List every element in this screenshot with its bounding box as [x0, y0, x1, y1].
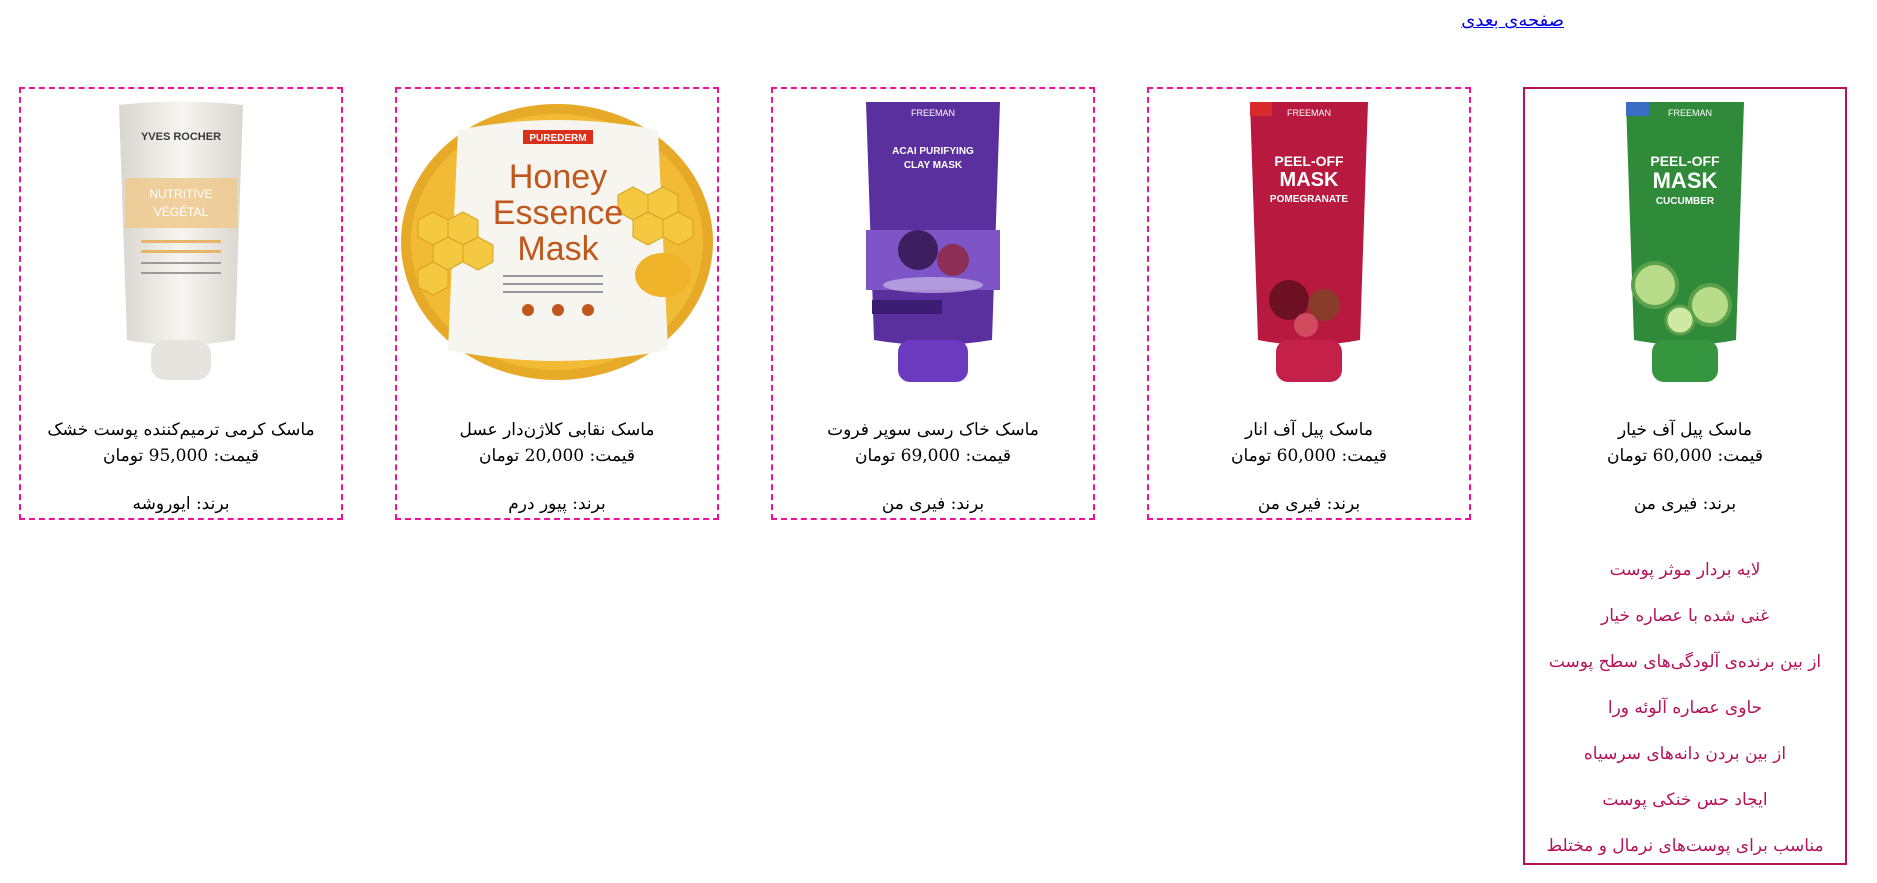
product-name: ماسک نقابی کلاژن‌دار عسل — [459, 420, 655, 440]
product-brand: برند: پیور درم — [508, 494, 606, 514]
svg-text:MASK: MASK — [1280, 169, 1339, 191]
feature-item: لایه بردار موثر پوست — [1609, 560, 1761, 580]
product-name: ماسک کرمی ترمیم‌کننده پوست خشک — [47, 420, 315, 440]
product-image: FREEMAN PEEL-OFF MASK POMEGRANATE — [1149, 97, 1469, 387]
svg-text:VÉGÉTAL: VÉGÉTAL — [154, 204, 209, 219]
honey-sheet-mask-icon: PUREDERM Honey Essence Mask — [401, 103, 713, 380]
yves-rocher-tube-icon: YVES ROCHER NUTRITIVE VÉGÉTAL — [119, 101, 243, 380]
product-name: ماسک پیل آف انار — [1245, 420, 1373, 440]
pomegranate-peel-off-tube-icon: FREEMAN PEEL-OFF MASK POMEGRANATE — [1250, 101, 1368, 382]
product-card-freeman-acai[interactable]: FREEMAN ACAI PURIFYING CLAY MASK ماسک خا… — [771, 87, 1095, 520]
product-price: قیمت: 60,000 تومان — [1606, 446, 1764, 466]
feature-item: مناسب برای پوست‌های نرمال و مختلط — [1546, 836, 1824, 856]
feature-item: غنی شده با عصاره خیار — [1601, 606, 1769, 626]
product-features-list: لایه بردار موثر پوست غنی شده با عصاره خی… — [1529, 559, 1841, 881]
svg-text:PUREDERM: PUREDERM — [529, 133, 586, 144]
svg-text:Essence: Essence — [493, 194, 623, 232]
product-name: ماسک خاک رسی سوپر فروت — [827, 420, 1039, 440]
product-price: قیمت: 20,000 تومان — [478, 446, 636, 466]
product-image: FREEMAN ACAI PURIFYING CLAY MASK — [773, 97, 1093, 387]
product-image: FREEMAN PEEL-OFF MASK CUCUMBER — [1525, 97, 1845, 387]
svg-text:CUCUMBER: CUCUMBER — [1656, 196, 1715, 207]
purple-clay-mask-tube-icon: FREEMAN ACAI PURIFYING CLAY MASK — [866, 101, 1000, 382]
svg-text:FREEMAN: FREEMAN — [1668, 108, 1712, 118]
product-brand: برند: فیری من — [881, 494, 985, 514]
svg-text:FREEMAN: FREEMAN — [1287, 108, 1331, 118]
svg-text:Mask: Mask — [517, 230, 599, 268]
feature-item: ایجاد حس خنکی پوست — [1602, 790, 1768, 810]
product-price: قیمت: 95,000 تومان — [102, 446, 260, 466]
svg-text:FREEMAN: FREEMAN — [911, 108, 955, 118]
product-brand: برند: فیری من — [1257, 494, 1361, 514]
product-card-freeman-cucumber[interactable]: FREEMAN PEEL-OFF MASK CUCUMBER ماسک پیل … — [1523, 87, 1847, 865]
product-brand: برند: ایوروشه — [132, 494, 230, 514]
product-image: PUREDERM Honey Essence Mask — [397, 97, 717, 387]
svg-text:YVES ROCHER: YVES ROCHER — [141, 131, 221, 143]
svg-text:NUTRITIVE: NUTRITIVE — [149, 187, 212, 201]
product-card-freeman-pomegranate[interactable]: FREEMAN PEEL-OFF MASK POMEGRANATE ماسک پ… — [1147, 87, 1471, 520]
product-image: YVES ROCHER NUTRITIVE VÉGÉTAL — [21, 97, 341, 387]
next-page-link[interactable]: صفحه‌ی بعدی — [1461, 10, 1564, 31]
product-price: قیمت: 60,000 تومان — [1230, 446, 1388, 466]
svg-text:Honey: Honey — [509, 158, 607, 196]
product-card-yves-rocher[interactable]: YVES ROCHER NUTRITIVE VÉGÉTAL ماسک کرمی … — [19, 87, 343, 520]
svg-text:POMEGRANATE: POMEGRANATE — [1270, 194, 1348, 205]
feature-item: از بین برنده‌ی آلودگی‌های سطح پوست — [1548, 652, 1822, 672]
page: صفحه‌ی بعدی YVES ROCHER NUTRITIVE VÉGÉTA… — [0, 0, 1877, 883]
feature-item: از بین بردن دانه‌های سرسیاه — [1583, 744, 1787, 764]
cucumber-peel-off-tube-icon: FREEMAN PEEL-OFF MASK CUCUMBER — [1626, 101, 1744, 382]
product-brand: برند: فیری من — [1633, 494, 1737, 514]
svg-text:PEEL-OFF: PEEL-OFF — [1274, 153, 1344, 169]
product-card-purederm-honey[interactable]: PUREDERM Honey Essence Mask ماسک نقابی ک… — [395, 87, 719, 520]
product-price: قیمت: 69,000 تومان — [854, 446, 1012, 466]
svg-text:PEEL-OFF: PEEL-OFF — [1650, 153, 1720, 169]
svg-text:CLAY MASK: CLAY MASK — [904, 160, 963, 171]
feature-item: حاوی عصاره آلوئه ورا — [1607, 698, 1763, 718]
product-name: ماسک پیل آف خیار — [1617, 420, 1753, 440]
svg-text:ACAI PURIFYING: ACAI PURIFYING — [892, 146, 974, 157]
svg-text:MASK: MASK — [1653, 168, 1718, 193]
